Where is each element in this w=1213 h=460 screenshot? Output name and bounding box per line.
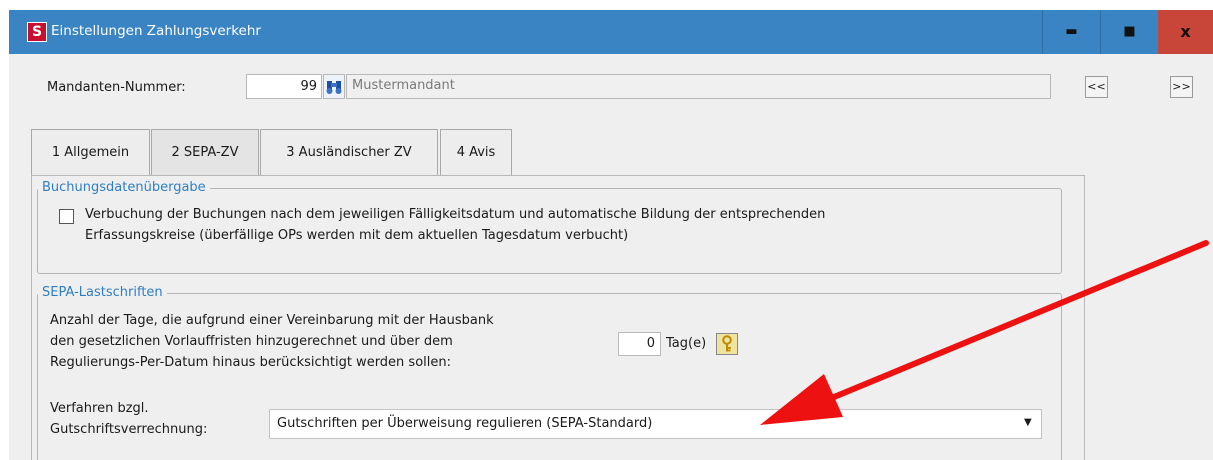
app-logo-icon: S <box>27 22 47 42</box>
window-title: Einstellungen Zahlungsverkehr <box>51 23 261 39</box>
tab-panel-sepa-zv: Buchungsdatenübergabe Verbuchung der Buc… <box>31 175 1085 460</box>
verbuchung-label-line1: Verbuchung der Buchungen nach dem jeweil… <box>85 207 826 222</box>
key-help-button[interactable] <box>716 333 738 355</box>
binoculars-icon <box>326 81 342 94</box>
buchungsdaten-group-title: Buchungsdatenübergabe <box>38 180 210 195</box>
settings-window: S Einstellungen Zahlungsverkehr ▬ ■ x Ma… <box>9 10 1213 460</box>
days-input[interactable]: 0 <box>618 332 661 356</box>
verfahren-label-line2: Gutschriftsverrechnung: <box>50 422 208 437</box>
mandant-number-field[interactable]: 99 <box>246 74 322 99</box>
previous-mandant-button[interactable]: << <box>1085 76 1108 98</box>
mandant-number-label: Mandanten-Nummer: <box>47 80 186 95</box>
sepa-lastschriften-group-title: SEPA-Lastschriften <box>38 285 167 300</box>
chevron-down-icon: ▼ <box>1024 417 1032 428</box>
verbuchung-checkbox[interactable] <box>59 209 74 224</box>
verfahren-label-line1: Verfahren bzgl. <box>50 401 149 416</box>
next-mandant-button[interactable]: >> <box>1170 76 1193 98</box>
tab-allgemein[interactable]: 1 Allgemein <box>31 129 150 176</box>
days-label-line3: Regulierungs-Per-Datum hinaus berücksich… <box>50 355 451 370</box>
key-icon <box>722 335 732 352</box>
days-unit-label: Tag(e) <box>666 336 707 351</box>
close-button[interactable]: x <box>1158 10 1213 54</box>
days-label-line1: Anzahl der Tage, die aufgrund einer Vere… <box>50 313 494 328</box>
tab-auslaendischer-zv[interactable]: 3 Ausländischer ZV <box>260 129 438 176</box>
verfahren-dropdown[interactable]: Gutschriften per Überweisung regulieren … <box>269 409 1042 439</box>
days-label-line2: den gesetzlichen Vorlauffristen hinzuger… <box>50 334 453 349</box>
verbuchung-label-line2: Erfassungskreise (überfällige OPs werden… <box>85 228 629 243</box>
title-bar[interactable]: S Einstellungen Zahlungsverkehr ▬ ■ x <box>9 10 1213 54</box>
tab-avis[interactable]: 4 Avis <box>440 129 512 176</box>
tab-sepa-zv[interactable]: 2 SEPA-ZV <box>151 129 259 176</box>
mandant-name-field: Mustermandant <box>346 74 1051 99</box>
binoculars-search-button[interactable] <box>323 74 345 99</box>
verfahren-selected-value: Gutschriften per Überweisung regulieren … <box>277 416 653 431</box>
minimize-button[interactable]: ▬ <box>1043 10 1100 54</box>
maximize-button[interactable]: ■ <box>1101 10 1158 54</box>
